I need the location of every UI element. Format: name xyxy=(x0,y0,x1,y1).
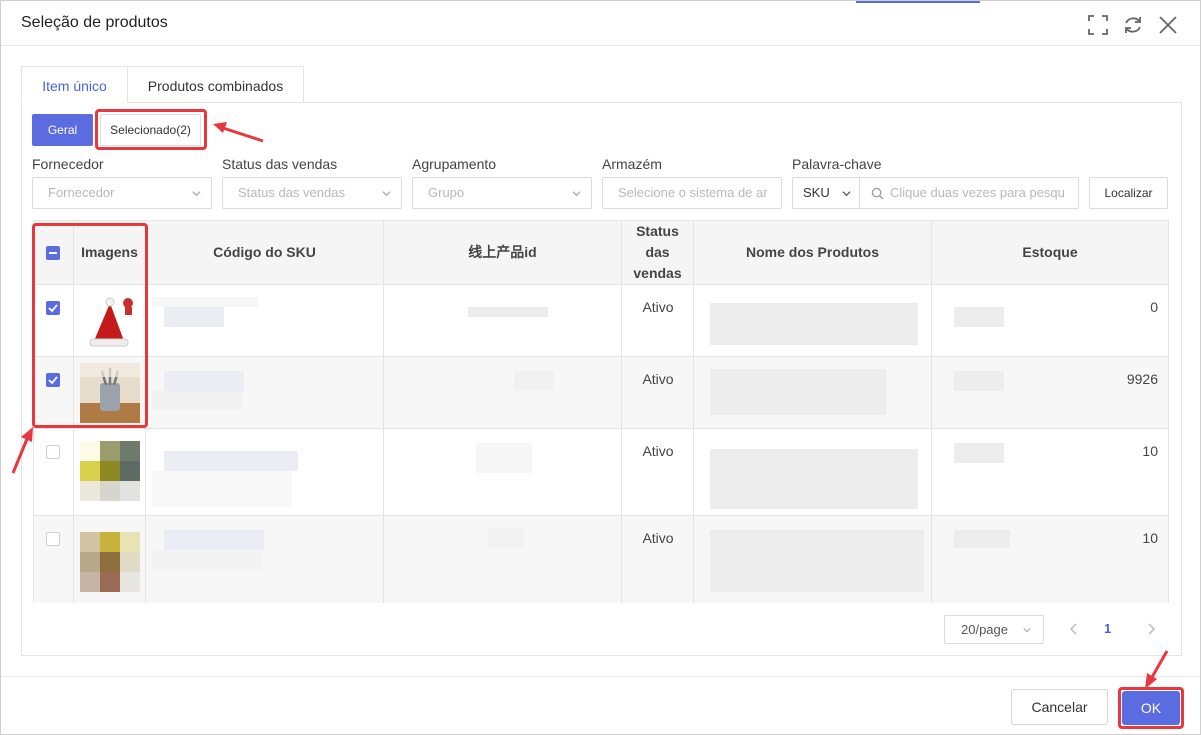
dialog-header: Seleção de produtos xyxy=(1,1,1200,46)
header-stock: Estoque xyxy=(932,221,1168,285)
page-size-select[interactable]: 20/page xyxy=(944,615,1044,644)
row-checkbox[interactable] xyxy=(46,373,60,387)
footer-divider xyxy=(1,676,1200,677)
cancel-button[interactable]: Cancelar xyxy=(1011,689,1108,725)
chevron-right-icon xyxy=(1148,623,1156,635)
warehouse-select[interactable]: Selecione o sistema de ar xyxy=(602,177,782,209)
header-online-product-id: 线上产品id xyxy=(384,221,622,285)
product-thumbnail xyxy=(80,441,140,501)
product-selection-dialog: Seleção de produtos Item único Produtos … xyxy=(0,0,1201,735)
page-number-current[interactable]: 1 xyxy=(1104,621,1111,636)
row-checkbox[interactable] xyxy=(46,532,60,546)
chevron-down-icon xyxy=(382,191,391,197)
keyword-search-input[interactable]: Clique duas vezes para pesqu xyxy=(859,177,1079,209)
sales-status-label: Status das vendas xyxy=(222,156,338,172)
keyword-search-placeholder: Clique duas vezes para pesqu xyxy=(890,185,1065,200)
header-sales-status: Status das vendas xyxy=(622,221,694,285)
dialog-title: Seleção de produtos xyxy=(21,14,168,31)
ok-button[interactable]: OK xyxy=(1122,691,1180,725)
search-button[interactable]: Localizar xyxy=(1089,177,1168,209)
search-icon xyxy=(871,187,884,200)
page-size-value: 20/page xyxy=(961,622,1008,637)
select-all-header xyxy=(34,221,74,285)
table-row[interactable]: Ativo 0 xyxy=(34,285,1168,357)
sales-status-placeholder: Status das vendas xyxy=(238,185,345,200)
chevron-down-icon xyxy=(572,191,581,197)
product-thumbnail xyxy=(80,291,140,351)
keyword-type-value: SKU xyxy=(803,185,830,200)
close-icon[interactable] xyxy=(1157,14,1179,36)
chevron-left-icon xyxy=(1069,623,1077,635)
tab-combined-products[interactable]: Produtos combinados xyxy=(127,66,304,103)
check-icon xyxy=(48,376,58,385)
chevron-down-icon xyxy=(1023,628,1031,633)
table-row[interactable]: Ativo 10 xyxy=(34,429,1168,516)
header-images: Imagens xyxy=(74,221,146,285)
chevron-down-icon xyxy=(192,191,201,197)
table-row[interactable]: Ativo 10 xyxy=(34,516,1168,603)
supplier-select[interactable]: Fornecedor xyxy=(32,177,212,209)
header-sku-code: Código do SKU xyxy=(146,221,384,285)
status-text: Ativo xyxy=(642,371,674,387)
grouping-label: Agrupamento xyxy=(412,156,497,172)
fullscreen-icon[interactable] xyxy=(1087,14,1109,36)
status-text: Ativo xyxy=(642,443,674,459)
header-product-name: Nome dos Produtos xyxy=(694,221,932,285)
status-text: Ativo xyxy=(642,530,674,546)
products-table: Imagens Código do SKU 线上产品id Status das … xyxy=(33,220,1169,603)
table-row[interactable]: Ativo 9926 xyxy=(34,357,1168,429)
grouping-placeholder: Grupo xyxy=(428,185,465,200)
indeterminate-icon xyxy=(49,252,57,254)
check-icon xyxy=(48,304,58,313)
stock-value: 10 xyxy=(1142,530,1158,546)
supplier-select-placeholder: Fornecedor xyxy=(48,185,115,200)
next-page-button[interactable] xyxy=(1144,621,1158,637)
warehouse-label: Armazém xyxy=(602,156,662,172)
chevron-down-icon xyxy=(842,191,851,197)
prev-page-button[interactable] xyxy=(1067,621,1081,637)
keyword-label: Palavra-chave xyxy=(792,156,882,172)
product-thumbnail xyxy=(80,532,140,592)
stock-value: 10 xyxy=(1142,443,1158,459)
product-thumbnail xyxy=(80,363,140,423)
general-view-button[interactable]: Geral xyxy=(32,114,93,146)
supplier-label: Fornecedor xyxy=(32,156,104,172)
stock-value: 0 xyxy=(1150,299,1158,315)
tab-single-item[interactable]: Item único xyxy=(21,66,128,103)
stock-value: 9926 xyxy=(1126,371,1158,387)
keyword-type-select[interactable]: SKU xyxy=(792,177,860,209)
warehouse-placeholder: Selecione o sistema de ar xyxy=(618,185,768,200)
sales-status-select[interactable]: Status das vendas xyxy=(222,177,402,209)
row-checkbox[interactable] xyxy=(46,445,60,459)
grouping-select[interactable]: Grupo xyxy=(412,177,592,209)
status-text: Ativo xyxy=(642,299,674,315)
select-all-checkbox[interactable] xyxy=(46,246,60,260)
row-checkbox[interactable] xyxy=(46,301,60,315)
selected-view-button[interactable]: Selecionado(2) xyxy=(100,114,201,146)
refresh-icon[interactable] xyxy=(1122,14,1144,36)
